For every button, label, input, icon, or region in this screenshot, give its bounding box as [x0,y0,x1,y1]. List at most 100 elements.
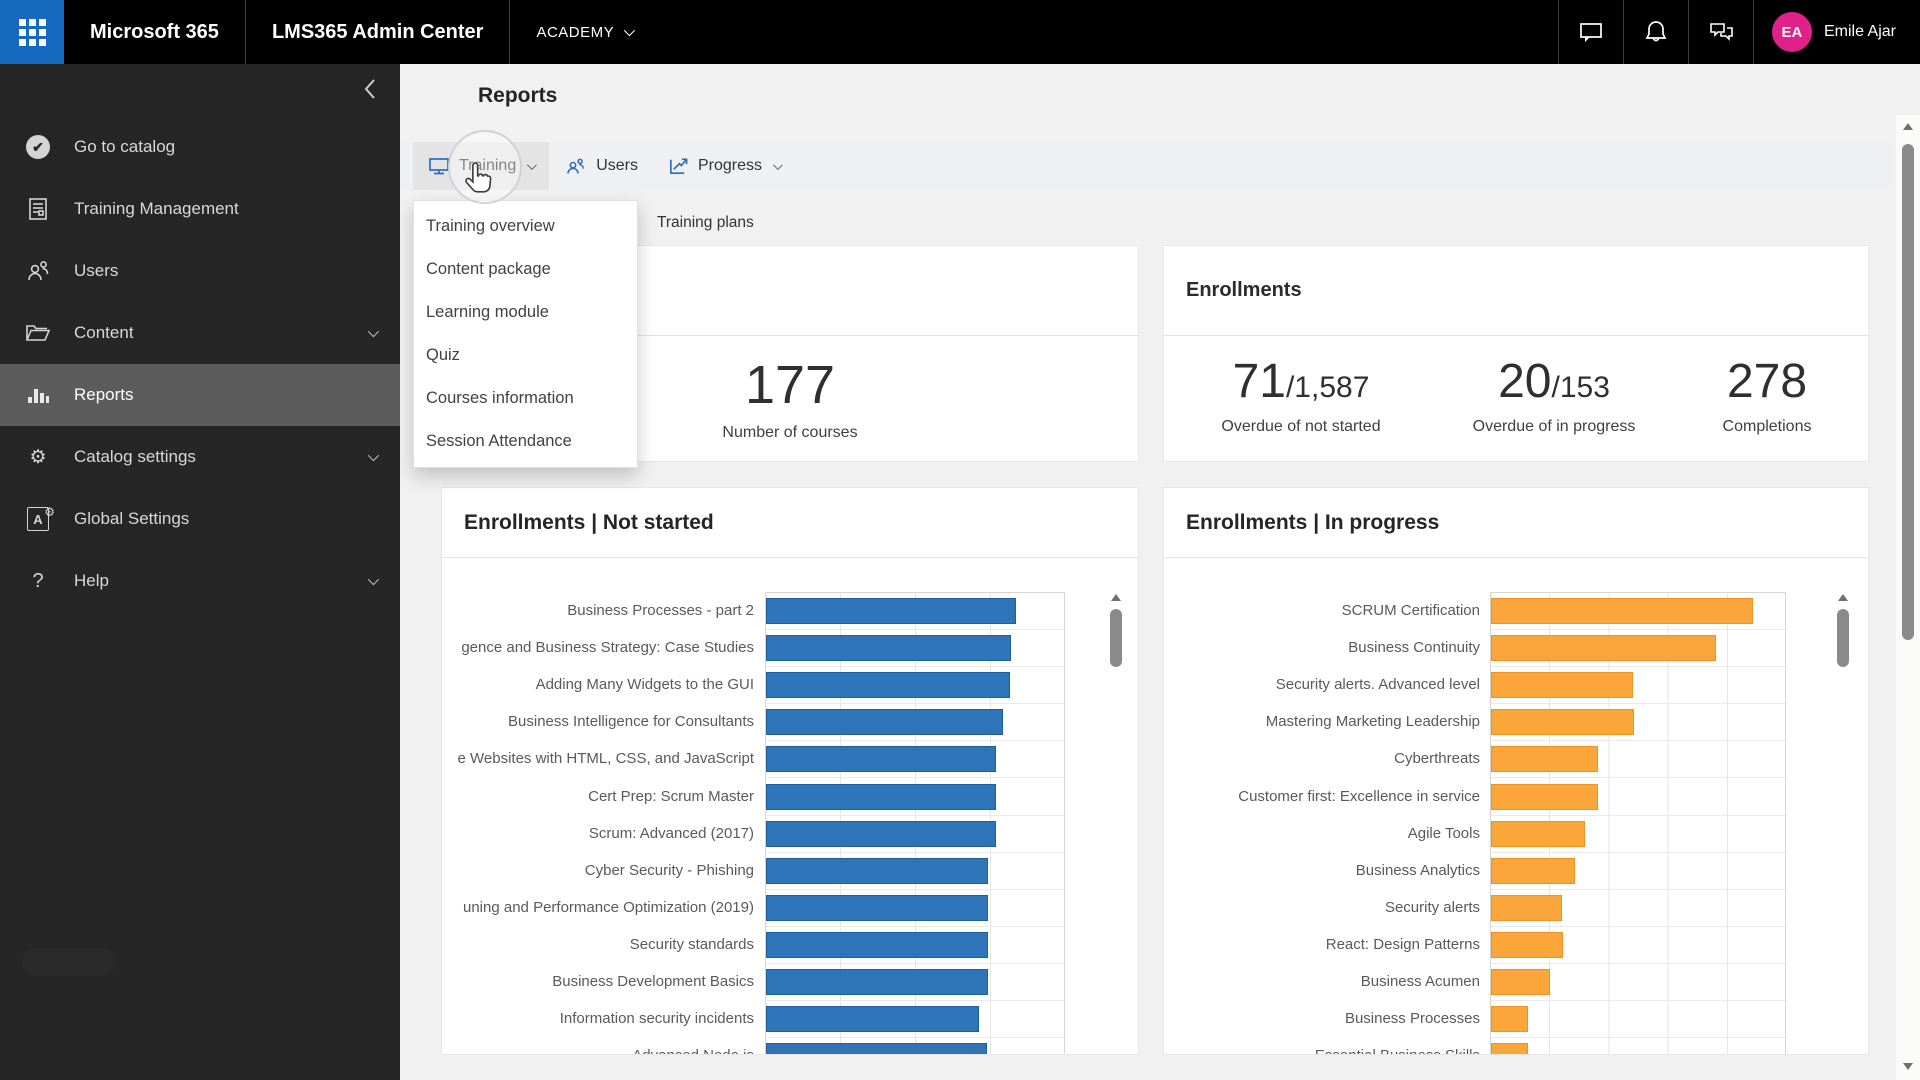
menu-item-learning-module[interactable]: Learning module [414,291,637,334]
chart-plot [765,592,1065,1054]
notifications-button[interactable] [1624,0,1688,64]
sidebar-item-label: Reports [74,385,134,404]
waffle-icon [18,18,46,46]
sidebar-item-content[interactable]: Content [0,302,400,364]
chart-bar[interactable] [1491,746,1598,773]
chevron-down-icon [367,325,380,338]
sidebar-item-users[interactable]: Users [0,240,400,302]
chart-bar[interactable] [766,783,996,810]
chart-bar[interactable] [766,968,988,995]
brand-lms365-admin-center[interactable]: LMS365 Admin Center [246,0,510,64]
chevron-down-icon [367,449,380,462]
stat-value: 71/1,587 [1232,355,1370,408]
sidebar-item-help[interactable]: ? Help [0,550,400,612]
collapse-sidebar-button[interactable] [362,76,378,102]
scroll-up-icon[interactable] [1838,594,1848,601]
brand-microsoft-365[interactable]: Microsoft 365 [64,0,245,64]
tab-training-plans[interactable]: Training plans [657,214,754,232]
scroll-up-icon[interactable] [1903,123,1913,130]
chart-bar[interactable] [1491,635,1716,662]
hand-cursor [464,160,494,196]
chart-bar-row [766,667,1064,705]
progress-menu-button[interactable]: Progress [653,142,795,190]
chart-area: Business Processes - part 2 gence and Bus… [442,592,1138,1054]
chart-bar[interactable] [1491,598,1753,625]
chart-bar[interactable] [766,820,996,847]
page-scrollbar[interactable] [1896,115,1920,1080]
chart-scrollbar[interactable] [1109,594,1123,1054]
chart-bar[interactable] [766,1043,987,1054]
users-report-button[interactable]: Users [549,142,653,190]
bar-category-label: Security alerts. Advanced level [1275,676,1480,694]
chevron-down-icon [623,24,636,37]
chart-bar[interactable] [766,1006,979,1033]
chart-bar[interactable] [766,894,988,921]
chart-bar[interactable] [1491,931,1563,958]
sidebar-item-global-settings[interactable]: A Global Settings [0,488,400,550]
feedback-icon [1710,23,1733,41]
sidebar-item-training-management[interactable]: Training Management [0,178,400,240]
catalog-check-icon: ✔ [24,133,52,161]
bar-category-label: Customer first: Excellence in service [1238,787,1480,805]
chart-bar[interactable] [1491,783,1598,810]
scroll-down-icon[interactable] [1903,1063,1913,1070]
card-title: Enrollments [1164,246,1868,336]
chart-bar[interactable] [1491,857,1575,884]
chart-bar-row [766,1038,1064,1054]
scroll-thumb[interactable] [1902,144,1914,640]
chart-category-labels: SCRUM Certification Business Continuity Se… [1164,592,1480,1054]
stat-value: 278 [1726,355,1808,408]
chart-title: Enrollments | In progress [1164,488,1868,558]
sidebar: ✔ Go to catalog Training Management User… [0,64,400,1080]
topbar: Microsoft 365 LMS365 Admin Center ACADEM… [0,0,1920,64]
chart-bar[interactable] [1491,894,1562,921]
feedback-button[interactable] [1689,0,1753,64]
sidebar-item-label: Catalog settings [74,447,196,466]
chat-button[interactable] [1559,0,1623,64]
bar-category-label: Adding Many Widgets to the GUI [535,676,754,694]
scroll-thumb[interactable] [1110,609,1122,667]
document-icon [24,195,52,223]
sidebar-item-reports[interactable]: Reports [0,364,400,426]
chart-bar[interactable] [766,931,988,958]
menu-item-content-package[interactable]: Content package [414,248,637,291]
chart-bar-row [766,630,1064,668]
chart-bar[interactable] [1491,820,1585,847]
chart-bar[interactable] [766,672,1010,699]
sidebar-item-label: Global Settings [74,509,190,528]
chart-bar[interactable] [766,635,1011,662]
chevron-left-icon [364,79,375,99]
sidebar-item-go-to-catalog[interactable]: ✔ Go to catalog [0,116,400,178]
scroll-up-icon[interactable] [1111,594,1121,601]
chart-bar[interactable] [766,857,988,884]
enrollments-stat-card: Enrollments 71/1,587 Overdue of not star… [1163,245,1869,462]
chart-bar-row [766,778,1064,816]
chart-bar[interactable] [1491,968,1550,995]
menu-item-courses-information[interactable]: Courses information [414,377,637,420]
chart-bar-row [1491,1001,1785,1039]
avatar[interactable]: EA [1771,12,1812,52]
chart-bar[interactable] [766,709,1003,736]
bar-category-label: Scrum: Advanced (2017) [588,824,754,842]
chart-bar[interactable] [1491,1006,1528,1033]
menu-item-training-overview[interactable]: Training overview [414,205,637,248]
account-menu[interactable]: EA Emile Ajar [1754,0,1920,64]
chart-scrollbar[interactable] [1836,594,1850,1054]
chart-bar[interactable] [766,746,996,773]
chart-bar-row [1491,630,1785,668]
chart-bar[interactable] [1491,1043,1528,1054]
menu-item-quiz[interactable]: Quiz [414,334,637,377]
scroll-thumb[interactable] [1837,609,1849,667]
bar-category-label: Security alerts [1384,898,1480,916]
sidebar-item-label: Go to catalog [74,137,176,156]
menu-item-session-attendance[interactable]: Session Attendance [414,420,637,463]
chart-bar[interactable] [766,598,1016,625]
chart-bar[interactable] [1491,709,1634,736]
sidebar-item-catalog-settings[interactable]: ⚙ Catalog settings [0,426,400,488]
tenant-selector[interactable]: ACADEMY [510,0,658,64]
chevron-down-icon [772,159,783,170]
chart-bar[interactable] [1491,672,1633,699]
tenant-name: ACADEMY [536,23,615,41]
chevron-down-icon [367,573,380,586]
app-launcher-button[interactable] [0,0,64,64]
